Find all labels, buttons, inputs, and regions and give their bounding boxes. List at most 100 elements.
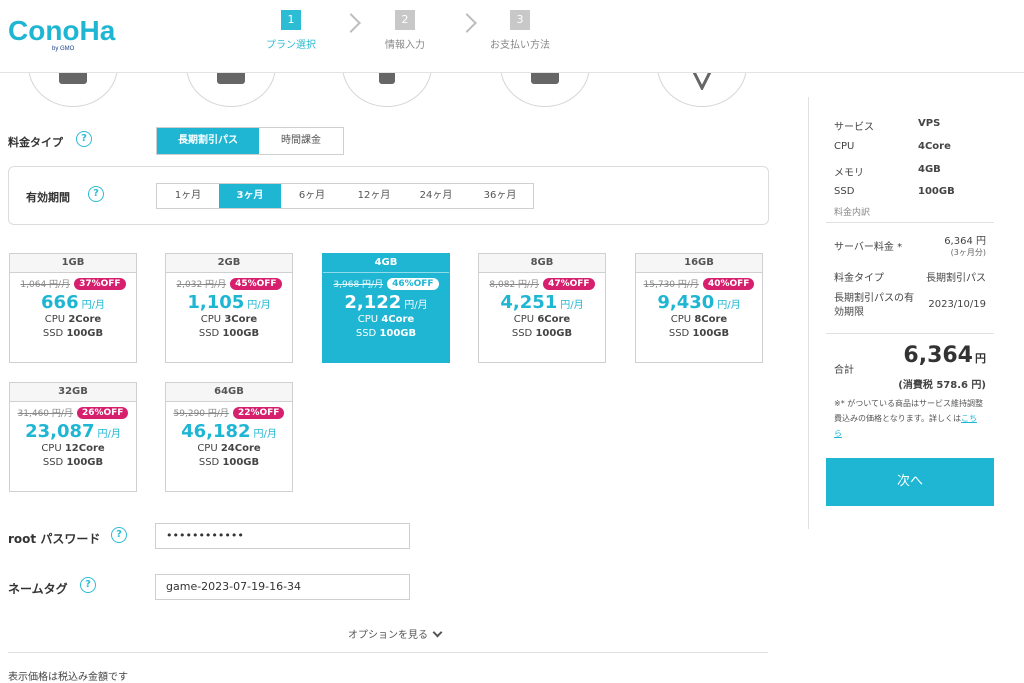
summary-note: ※* がついている商品はサービス維持調整費込みの価格となります。詳しくはこちら xyxy=(834,396,984,441)
period-36-month[interactable]: 36ヶ月 xyxy=(467,184,533,208)
plan-discount-row: 15,730 円/月 40%OFF xyxy=(636,277,762,290)
show-options-link[interactable]: オプションを見る xyxy=(348,626,443,641)
plan-original-price: 2,032 円/月 xyxy=(176,280,227,290)
plan-ssd-label: SSD xyxy=(355,328,377,339)
name-tag-input[interactable]: game-2023-07-19-16-34 xyxy=(155,574,410,600)
plan-discount-badge: 46%OFF xyxy=(387,277,439,290)
plan-price: 4,251 円/月 xyxy=(479,292,605,313)
name-tag-label: ネームタグ xyxy=(8,582,68,596)
pricing-type-long-term[interactable]: 長期割引パス xyxy=(157,128,259,154)
header: ConoHa by GMO 1 プラン選択 2 情報入力 3 お支払い方法 xyxy=(0,0,1024,73)
plan-ssd-label: SSD xyxy=(668,328,690,339)
summary-server-fee-note: (3ヶ月分) xyxy=(950,248,986,257)
plan-cpu: CPU 8Core xyxy=(636,313,762,327)
plan-price: 2,122 円/月 xyxy=(323,292,449,313)
plan-price-value: 2,122 xyxy=(344,292,402,313)
plan-price-unit: 円/月 xyxy=(717,300,741,311)
plan-price: 666 円/月 xyxy=(10,292,136,313)
plan-cpu-value: 2Core xyxy=(68,314,102,325)
help-icon[interactable]: ? xyxy=(80,577,96,593)
help-icon[interactable]: ? xyxy=(111,527,127,543)
summary-memory-key: メモリ xyxy=(834,168,864,179)
period-1-month[interactable]: 1ヶ月 xyxy=(157,184,219,208)
plan-ssd-value: 100GB xyxy=(66,457,104,468)
image-option-4[interactable] xyxy=(500,73,590,107)
period-6-month[interactable]: 6ヶ月 xyxy=(281,184,343,208)
plan-original-price: 8,082 円/月 xyxy=(489,280,540,290)
summary-server-fee-key: サーバー料金 * xyxy=(834,242,903,253)
plan-card-16gb[interactable]: 16GB 15,730 円/月 40%OFF 9,430 円/月 CPU 8Core SSD… xyxy=(635,253,763,363)
help-icon[interactable]: ? xyxy=(76,131,92,147)
plan-cpu-label: CPU xyxy=(670,314,692,325)
plan-discount-badge: 47%OFF xyxy=(543,277,595,290)
plan-price-value: 666 xyxy=(41,292,79,313)
step-2-number: 2 xyxy=(395,10,415,30)
summary-tax: (消費税 578.6 円) xyxy=(898,380,986,391)
plan-price-unit: 円/月 xyxy=(247,300,271,311)
plan-card-32gb[interactable]: 32GB 31,460 円/月 26%OFF 23,087 円/月 CPU 12Core S… xyxy=(9,382,137,492)
plan-cpu: CPU 2Core xyxy=(10,313,136,327)
plan-ssd-label: SSD xyxy=(198,328,220,339)
step-1-label: プラン選択 xyxy=(266,40,316,51)
image-option-5[interactable] xyxy=(657,73,747,107)
plan-discount-row: 3,968 円/月 46%OFF xyxy=(323,277,449,290)
plan-ssd-value: 100GB xyxy=(535,328,573,339)
plan-discount-row: 2,032 円/月 45%OFF xyxy=(166,277,292,290)
summary-ssd-value: 100GB xyxy=(918,186,955,197)
period-3-month[interactable]: 3ヶ月 xyxy=(219,184,281,208)
period-24-month[interactable]: 24ヶ月 xyxy=(405,184,467,208)
summary-expiry-value: 2023/10/19 xyxy=(928,299,986,310)
conoha-logo[interactable]: ConoHa by GMO xyxy=(8,12,118,52)
summary-cpu-key: CPU xyxy=(834,141,855,152)
plan-original-price: 3,968 円/月 xyxy=(333,280,384,290)
plan-discount-row: 1,064 円/月 37%OFF xyxy=(10,277,136,290)
plan-card-1gb[interactable]: 1GB 1,064 円/月 37%OFF 666 円/月 CPU 2Core SSD 100… xyxy=(9,253,137,363)
next-button[interactable]: 次へ xyxy=(826,458,994,506)
plan-ssd-label: SSD xyxy=(511,328,533,339)
image-option-3[interactable] xyxy=(342,73,432,107)
plan-price-unit: 円/月 xyxy=(560,300,584,311)
plan-ssd-value: 100GB xyxy=(66,328,104,339)
plan-discount-badge: 37%OFF xyxy=(74,277,126,290)
help-icon[interactable]: ? xyxy=(88,186,104,202)
plan-ssd-label: SSD xyxy=(42,457,64,468)
root-password-input[interactable]: •••••••••••• xyxy=(155,523,410,549)
plan-ssd: SSD 100GB xyxy=(166,327,292,341)
plan-name: 16GB xyxy=(636,254,762,273)
plan-ssd: SSD 100GB xyxy=(10,456,136,470)
pricing-type-hourly[interactable]: 時間課金 xyxy=(259,128,343,154)
plan-cpu-value: 8Core xyxy=(694,314,728,325)
summary-total: 6,364 円 xyxy=(880,343,986,368)
plan-name: 4GB xyxy=(323,254,449,273)
step-2-label: 情報入力 xyxy=(385,40,425,51)
period-selector: 1ヶ月 3ヶ月 6ヶ月 12ヶ月 24ヶ月 36ヶ月 xyxy=(156,183,534,209)
plan-card-64gb[interactable]: 64GB 59,290 円/月 22%OFF 46,182 円/月 CPU 24Core S… xyxy=(165,382,293,492)
image-option-1[interactable] xyxy=(28,73,118,107)
chevron-down-icon xyxy=(432,627,443,638)
plan-ssd-label: SSD xyxy=(42,328,64,339)
summary-server-fee-value: 6,364 円 xyxy=(944,236,986,247)
plan-price-unit: 円/月 xyxy=(81,300,105,311)
plan-original-price: 59,290 円/月 xyxy=(173,409,229,419)
plan-card-2gb[interactable]: 2GB 2,032 円/月 45%OFF 1,105 円/月 CPU 3Core SSD 1… xyxy=(165,253,293,363)
divider xyxy=(826,222,994,223)
summary-breakdown: 料金内訳 xyxy=(834,208,871,218)
summary-service-key: サービス xyxy=(834,122,874,133)
plan-original-price: 31,460 円/月 xyxy=(17,409,73,419)
summary-total-key: 合計 xyxy=(834,365,854,376)
plan-ssd-value: 100GB xyxy=(692,328,730,339)
plan-name: 2GB xyxy=(166,254,292,273)
plan-price-value: 46,182 xyxy=(181,421,251,442)
logo-text: ConoHa xyxy=(8,15,116,46)
show-options-label: オプションを見る xyxy=(348,630,428,641)
plan-card-4gb[interactable]: 4GB 3,968 円/月 46%OFF 2,122 円/月 CPU 4Core SSD 1… xyxy=(322,253,450,363)
plan-discount-badge: 26%OFF xyxy=(76,406,129,419)
period-12-month[interactable]: 12ヶ月 xyxy=(343,184,405,208)
plan-cpu: CPU 12Core xyxy=(10,442,136,456)
plan-cpu: CPU 3Core xyxy=(166,313,292,327)
plan-cpu-label: CPU xyxy=(44,314,66,325)
plan-card-8gb[interactable]: 8GB 8,082 円/月 47%OFF 4,251 円/月 CPU 6Core SSD 1… xyxy=(478,253,606,363)
plan-cpu: CPU 4Core xyxy=(323,313,449,327)
plan-cpu-label: CPU xyxy=(41,443,62,454)
image-option-2[interactable] xyxy=(186,73,276,107)
